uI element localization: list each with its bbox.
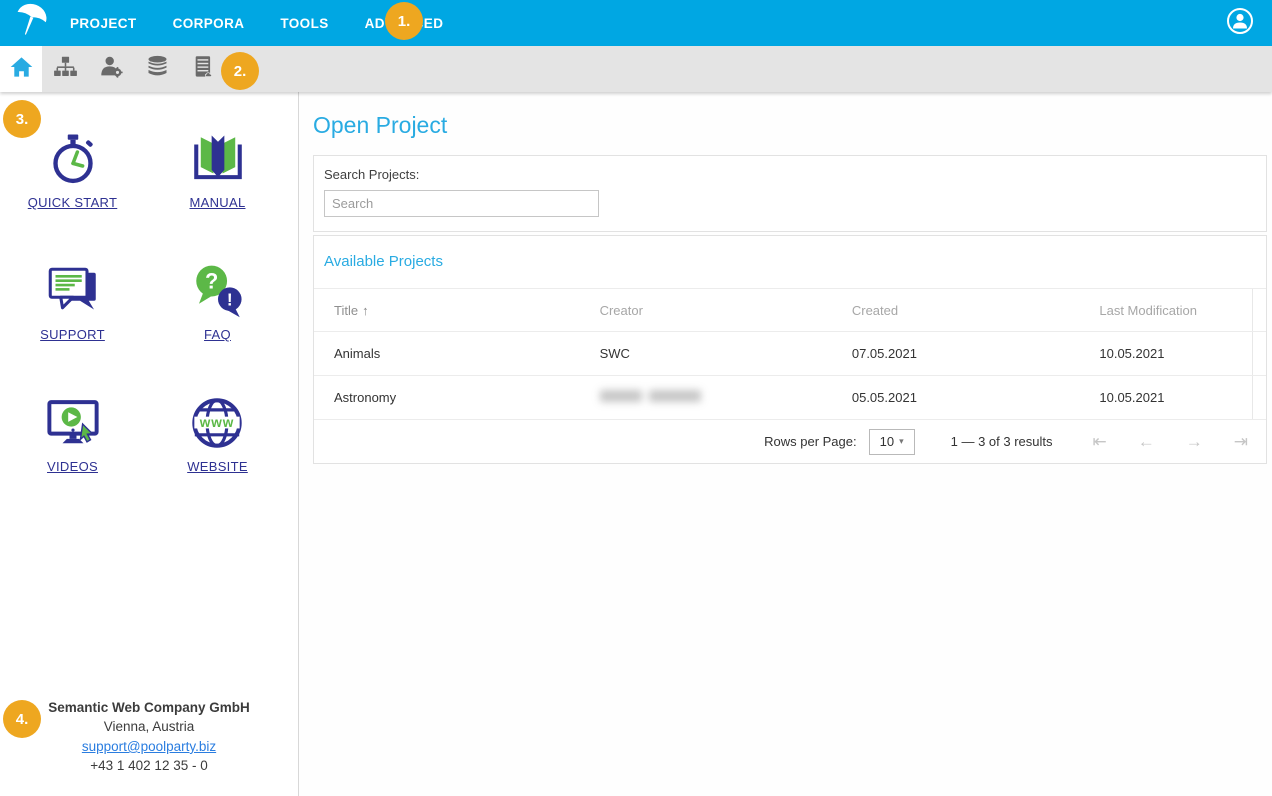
next-page-icon[interactable]: → <box>1186 432 1203 452</box>
main-panel: Open Project Search Projects: Available … <box>299 92 1272 796</box>
cell-created: 05.05.2021 <box>852 390 1100 405</box>
help-sidebar: QUICK START MANUAL <box>0 92 299 796</box>
stopwatch-icon <box>45 128 101 188</box>
cell-last-modification: 10.05.2021 <box>1099 390 1252 405</box>
last-page-icon[interactable]: ⇥ <box>1234 432 1248 452</box>
help-links-grid: QUICK START MANUAL <box>0 128 298 474</box>
top-bar: PROJECT CORPORA TOOLS ADVANCED <box>0 0 1272 46</box>
manual-link[interactable]: MANUAL <box>189 128 247 210</box>
videos-label: VIDEOS <box>47 459 98 474</box>
annotation-badge-4: 4. <box>3 700 41 738</box>
company-name: Semantic Web Company GmbH <box>0 698 298 718</box>
project-row-animals[interactable]: Animals SWC 07.05.2021 10.05.2021 <box>314 332 1266 376</box>
website-link[interactable]: www WEBSITE <box>187 392 248 474</box>
pagination-arrows: ⇤ ← → ⇥ <box>1093 432 1249 452</box>
rows-per-page-select[interactable]: 10 ▾ <box>869 429 915 455</box>
quick-start-link[interactable]: QUICK START <box>28 128 118 210</box>
poolparty-umbrella-icon <box>11 1 51 46</box>
cell-title: Animals <box>314 346 600 361</box>
previous-page-icon[interactable]: ← <box>1138 432 1155 452</box>
cell-creator-redacted <box>600 390 852 405</box>
available-projects-heading: Available Projects <box>314 236 1266 288</box>
home-icon <box>9 55 34 84</box>
column-header-created[interactable]: Created <box>852 303 1100 318</box>
blurred-creator-name <box>600 390 701 402</box>
projects-table-header: Title↑ Creator Created Last Modification <box>314 288 1266 332</box>
cell-creator: SWC <box>600 346 852 361</box>
website-label: WEBSITE <box>187 459 248 474</box>
company-phone: +43 1 402 12 35 - 0 <box>0 756 298 776</box>
company-city: Vienna, Austria <box>0 717 298 737</box>
cell-last-modification: 10.05.2021 <box>1099 346 1252 361</box>
manual-label: MANUAL <box>190 195 246 210</box>
row-spacer <box>1252 332 1266 375</box>
toolbar-home-tab[interactable] <box>0 46 42 92</box>
user-account-button[interactable] <box>1226 7 1254 40</box>
toolbar-taxonomy-tab[interactable] <box>42 46 88 92</box>
open-book-icon <box>189 128 247 188</box>
menu-project[interactable]: PROJECT <box>70 16 137 31</box>
first-page-icon[interactable]: ⇤ <box>1093 432 1107 452</box>
sort-ascending-icon: ↑ <box>362 303 369 318</box>
support-label: SUPPORT <box>40 327 105 342</box>
column-header-title[interactable]: Title↑ <box>314 303 600 318</box>
column-header-creator[interactable]: Creator <box>600 303 852 318</box>
available-projects-panel: Available Projects Title↑ Creator Create… <box>313 235 1267 464</box>
quick-start-label: QUICK START <box>28 195 118 210</box>
www-globe-icon: www <box>188 392 246 452</box>
support-email-link[interactable]: support@poolparty.biz <box>0 737 298 757</box>
faq-label: FAQ <box>204 327 231 342</box>
support-link[interactable]: SUPPORT <box>40 260 105 342</box>
chat-bubbles-icon <box>44 260 102 320</box>
menu-corpora[interactable]: CORPORA <box>173 16 245 31</box>
user-account-icon <box>1226 7 1254 40</box>
annotation-badge-3: 3. <box>3 100 41 138</box>
icon-toolbar <box>0 46 1272 92</box>
table-pagination-bar: Rows per Page: 10 ▾ 1 — 3 of 3 results ⇤… <box>314 420 1266 463</box>
menu-tools[interactable]: TOOLS <box>280 16 328 31</box>
faq-link[interactable]: ? ! FAQ <box>189 260 247 342</box>
server-repository-icon <box>191 55 216 84</box>
content-area: QUICK START MANUAL <box>0 92 1272 796</box>
database-icon <box>145 55 170 84</box>
user-admin-icon <box>99 55 124 84</box>
toolbar-user-admin-tab[interactable] <box>88 46 134 92</box>
cell-title: Astronomy <box>314 390 600 405</box>
svg-text:?: ? <box>205 268 218 293</box>
svg-text:www: www <box>199 415 234 430</box>
videos-link[interactable]: VIDEOS <box>44 392 102 474</box>
page-title: Open Project <box>313 112 1267 139</box>
rows-per-page-label: Rows per Page: <box>764 434 857 449</box>
company-footer: Semantic Web Company GmbH Vienna, Austri… <box>0 698 298 776</box>
header-spacer <box>1252 289 1266 331</box>
search-projects-input[interactable] <box>324 190 599 217</box>
row-spacer <box>1252 376 1266 419</box>
question-exclamation-icon: ? ! <box>189 260 247 320</box>
toolbar-repository-tab[interactable] <box>180 46 226 92</box>
video-monitor-icon <box>44 392 102 452</box>
toolbar-database-tab[interactable] <box>134 46 180 92</box>
poolparty-logo[interactable] <box>0 1 62 46</box>
cell-created: 07.05.2021 <box>852 346 1100 361</box>
search-projects-panel: Search Projects: <box>313 155 1267 232</box>
taxonomy-tree-icon <box>53 55 78 84</box>
project-row-astronomy[interactable]: Astronomy 05.05.2021 10.05.2021 <box>314 376 1266 420</box>
annotation-badge-1: 1. <box>385 2 423 40</box>
results-count-text: 1 — 3 of 3 results <box>951 434 1053 449</box>
column-header-last-modification[interactable]: Last Modification <box>1099 303 1252 318</box>
chevron-down-icon: ▾ <box>899 436 904 447</box>
search-projects-label: Search Projects: <box>324 167 1256 182</box>
annotation-badge-2: 2. <box>221 52 259 90</box>
svg-text:!: ! <box>226 290 232 310</box>
